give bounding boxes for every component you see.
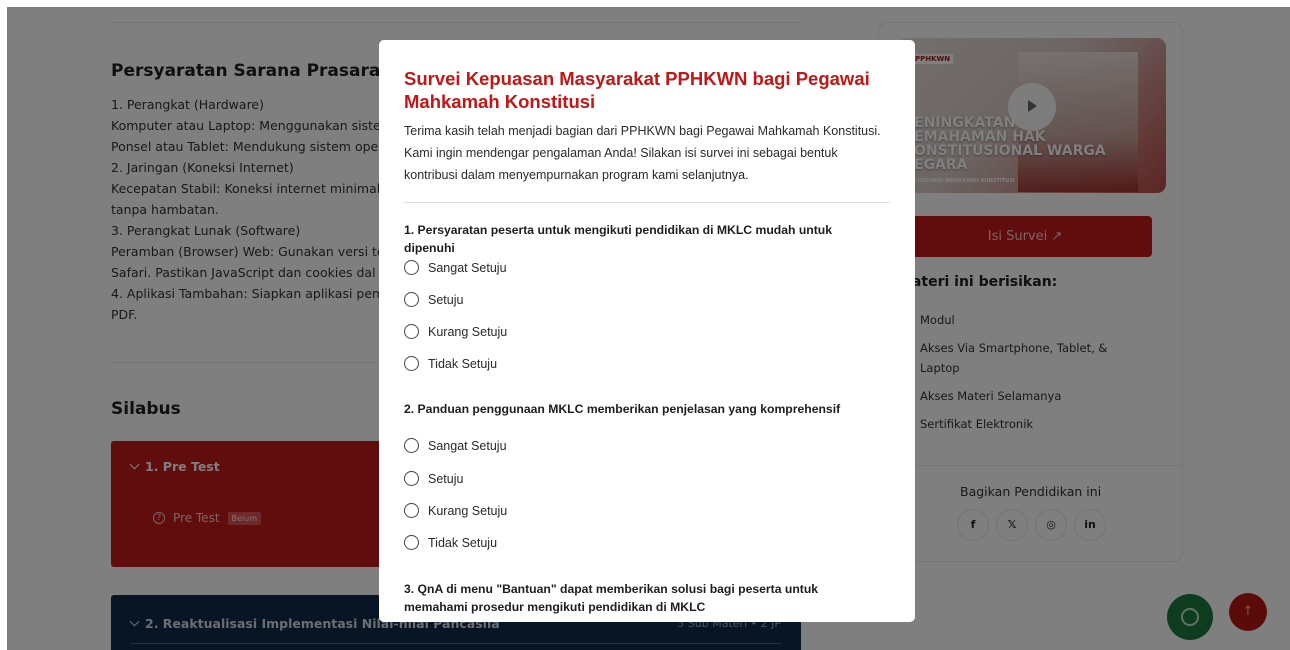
option-label: Kurang Setuju [428,324,508,339]
survey-question-2: 2. Panduan penggunaan MKLC memberikan pe… [404,402,841,416]
q2-option-sangat-setuju[interactable]: Sangat Setuju [404,438,507,453]
page-left-edge [0,0,7,650]
radio-button[interactable] [404,356,419,371]
survey-modal: Survei Kepuasan Masyarakat PPHKWN bagi P… [379,40,915,622]
divider [404,202,890,203]
radio-button[interactable] [404,471,419,486]
survey-intro: Terima kasih telah menjadi bagian dari P… [404,124,881,182]
page-top-edge [0,0,1290,7]
option-label: Setuju [428,471,464,486]
q1-option-kurang-setuju[interactable]: Kurang Setuju [404,324,507,339]
radio-button[interactable] [404,535,419,550]
option-label: Sangat Setuju [428,438,507,453]
option-label: Tidak Setuju [428,535,498,550]
q1-option-setuju[interactable]: Setuju [404,292,463,307]
radio-button[interactable] [404,503,419,518]
radio-button[interactable] [404,260,419,275]
survey-title: Survei Kepuasan Masyarakat PPHKWN bagi P… [404,68,870,112]
q1-option-sangat-setuju[interactable]: Sangat Setuju [404,260,507,275]
option-label: Sangat Setuju [428,260,507,275]
q2-option-kurang-setuju[interactable]: Kurang Setuju [404,503,507,518]
q2-option-setuju[interactable]: Setuju [404,471,463,486]
option-label: Setuju [428,292,464,307]
q2-option-tidak-setuju[interactable]: Tidak Setuju [404,535,497,550]
option-label: Kurang Setuju [428,503,508,518]
survey-question-3: 3. QnA di menu "Bantuan" dapat memberika… [404,582,819,614]
radio-button[interactable] [404,324,419,339]
radio-button[interactable] [404,438,419,453]
radio-button[interactable] [404,292,419,307]
q1-option-tidak-setuju[interactable]: Tidak Setuju [404,356,497,371]
option-label: Tidak Setuju [428,356,498,371]
survey-question-1: 1. Persyaratan peserta untuk mengikuti p… [404,223,832,255]
